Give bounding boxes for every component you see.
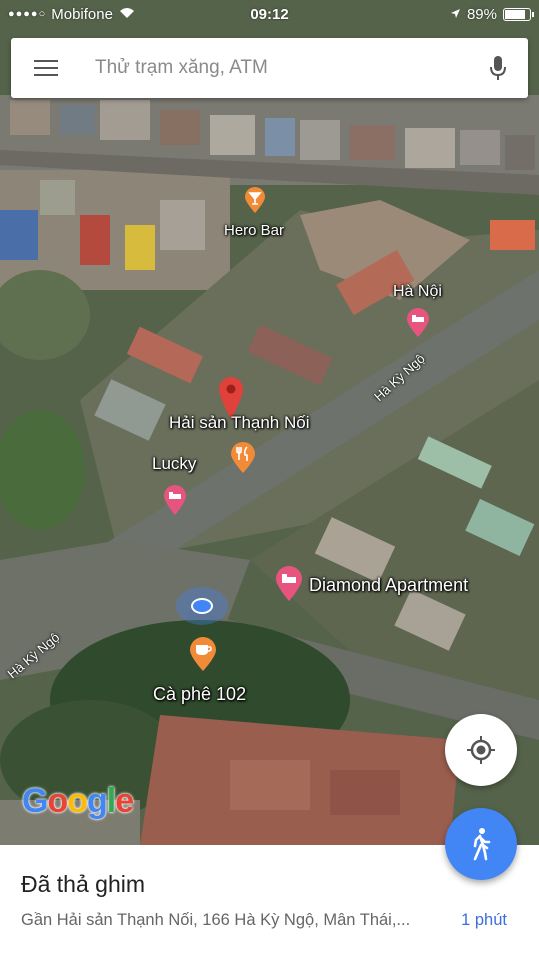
walking-directions-button[interactable] — [445, 808, 517, 880]
sheet-address: Gần Hải sản Thạnh Nối, 166 Hà Kỳ Ngộ, Mâ… — [21, 911, 411, 929]
location-arrow-icon — [450, 6, 461, 23]
cafe-icon — [190, 637, 216, 671]
poi-label-lucky: Lucky — [152, 454, 197, 473]
poi-label-ca-phe-102: Cà phê 102 — [153, 684, 247, 704]
hotel-icon — [164, 485, 186, 515]
bar-icon — [245, 187, 265, 213]
hamburger-icon — [34, 59, 58, 77]
poi-label-ha-noi: Hà Nội — [393, 283, 442, 300]
my-location-button[interactable] — [445, 714, 517, 786]
voice-search-button[interactable] — [468, 38, 528, 98]
menu-button[interactable] — [11, 38, 81, 98]
current-location-dot[interactable] — [176, 587, 228, 625]
carrier-name: Mobifone — [51, 5, 113, 23]
hotel-icon — [276, 566, 302, 601]
status-bar: ●●●●○ Mobifone 09:12 89% — [0, 0, 539, 28]
travel-time: 1 phút — [461, 911, 507, 929]
battery-icon — [503, 7, 534, 21]
wifi-icon — [119, 6, 135, 23]
signal-icon: ●●●●○ — [8, 8, 47, 20]
battery-percent: 89% — [466, 5, 497, 23]
poi-label-hero-bar: Hero Bar — [224, 222, 285, 239]
restaurant-icon — [231, 442, 255, 473]
crosshair-icon — [467, 736, 495, 764]
hotel-icon — [407, 308, 429, 337]
sheet-title: Đã thả ghim — [21, 871, 146, 897]
google-logo: Google — [22, 782, 134, 820]
satellite-map[interactable]: Hà Kỳ Ngộ Hà Kỳ Ngộ Hero Bar Hà Nội Hải … — [0, 0, 539, 845]
search-input[interactable] — [81, 57, 468, 79]
walking-person-icon — [473, 828, 491, 861]
search-bar — [11, 38, 528, 98]
microphone-icon — [490, 56, 506, 80]
poi-label-diamond-apartment: Diamond Apartment — [309, 575, 469, 595]
poi-label-hai-san-thanh-noi: Hải sản Thạnh Nối — [169, 413, 310, 432]
